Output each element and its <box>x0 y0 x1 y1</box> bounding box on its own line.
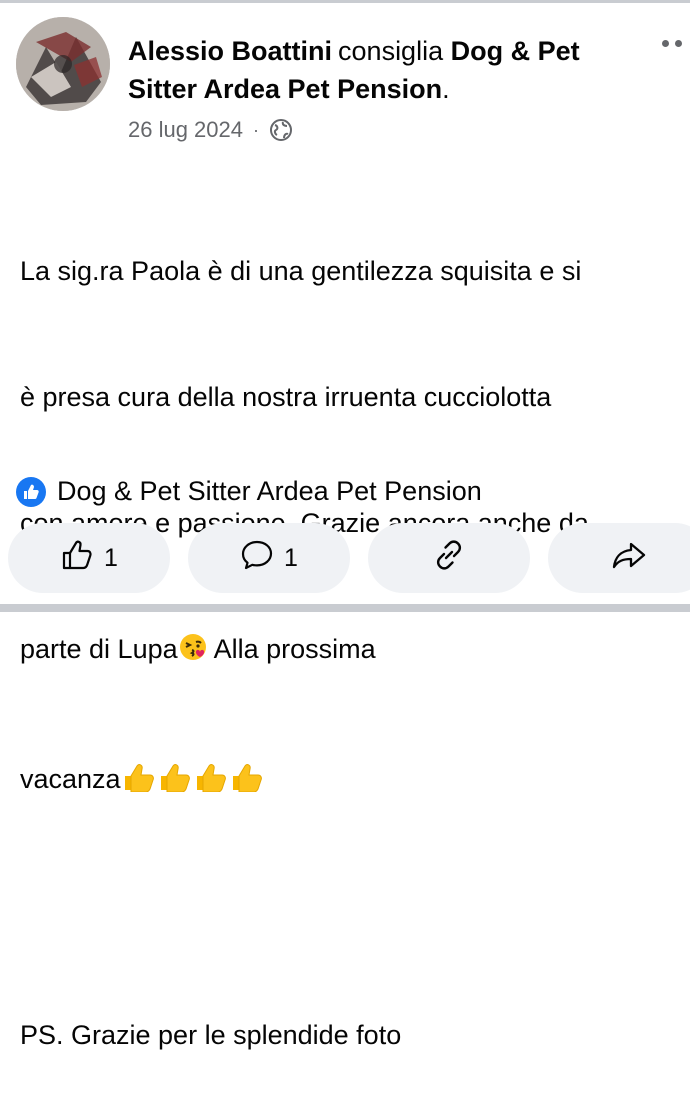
header-end-punct: . <box>442 74 450 104</box>
post-header: Alessio Boattini consiglia Dog & Pet Sitt… <box>128 32 648 108</box>
avatar[interactable] <box>16 17 110 111</box>
post-text-line: è presa cura della nostra irruenta cucci… <box>20 382 552 412</box>
share-arrow-icon <box>611 538 647 579</box>
comment-count: 1 <box>284 543 298 572</box>
thumbs-up-icon <box>157 762 193 804</box>
post-text-line: parte di Lupa Alla prossima <box>20 628 690 674</box>
post-text: La sig.ra Paola è di una gentilezza squi… <box>20 166 690 1098</box>
post-meta: 26 lug 2024 · <box>128 114 293 146</box>
post-text-line: PS. Grazie per le splendide foto <box>20 1020 402 1050</box>
share-button[interactable] <box>548 523 690 593</box>
post-date[interactable]: 26 lug 2024 <box>128 117 243 143</box>
post-text-fragment: Alla prossima <box>207 634 376 664</box>
face-blowing-kiss-icon <box>178 632 208 674</box>
recommends-verb: consiglia <box>338 36 444 66</box>
author-name[interactable]: Alessio Boattini <box>128 36 332 66</box>
copy-link-button[interactable] <box>368 523 530 593</box>
recommended-page[interactable]: Dog & Pet Sitter Ardea Pet Pension <box>16 476 482 507</box>
thumbs-up-icon <box>121 762 157 804</box>
more-options-icon[interactable] <box>662 40 682 47</box>
thumbs-up-icon <box>229 762 265 804</box>
post-text-line: La sig.ra Paola è di una gentilezza squi… <box>20 256 582 286</box>
like-badge-icon <box>16 476 46 507</box>
post-text-blank-line <box>20 888 690 930</box>
meta-separator: · <box>253 119 259 140</box>
thumbs-up-icon <box>193 762 229 804</box>
like-count: 1 <box>104 543 118 572</box>
post-text-fragment: vacanza <box>20 764 121 794</box>
comment-bubble-icon <box>240 538 274 579</box>
globe-icon[interactable] <box>269 118 293 142</box>
top-divider <box>0 0 690 3</box>
bottom-divider <box>0 604 690 612</box>
post-text-line: vacanza <box>20 758 690 804</box>
thumbs-up-outline-icon <box>60 538 94 579</box>
action-bar: 1 1 <box>8 523 690 593</box>
like-button[interactable]: 1 <box>8 523 170 593</box>
post-text-fragment: parte di Lupa <box>20 634 178 664</box>
recommended-page-name[interactable]: Dog & Pet Sitter Ardea Pet Pension <box>57 476 482 507</box>
comment-button[interactable]: 1 <box>188 523 350 593</box>
link-icon <box>432 538 466 579</box>
